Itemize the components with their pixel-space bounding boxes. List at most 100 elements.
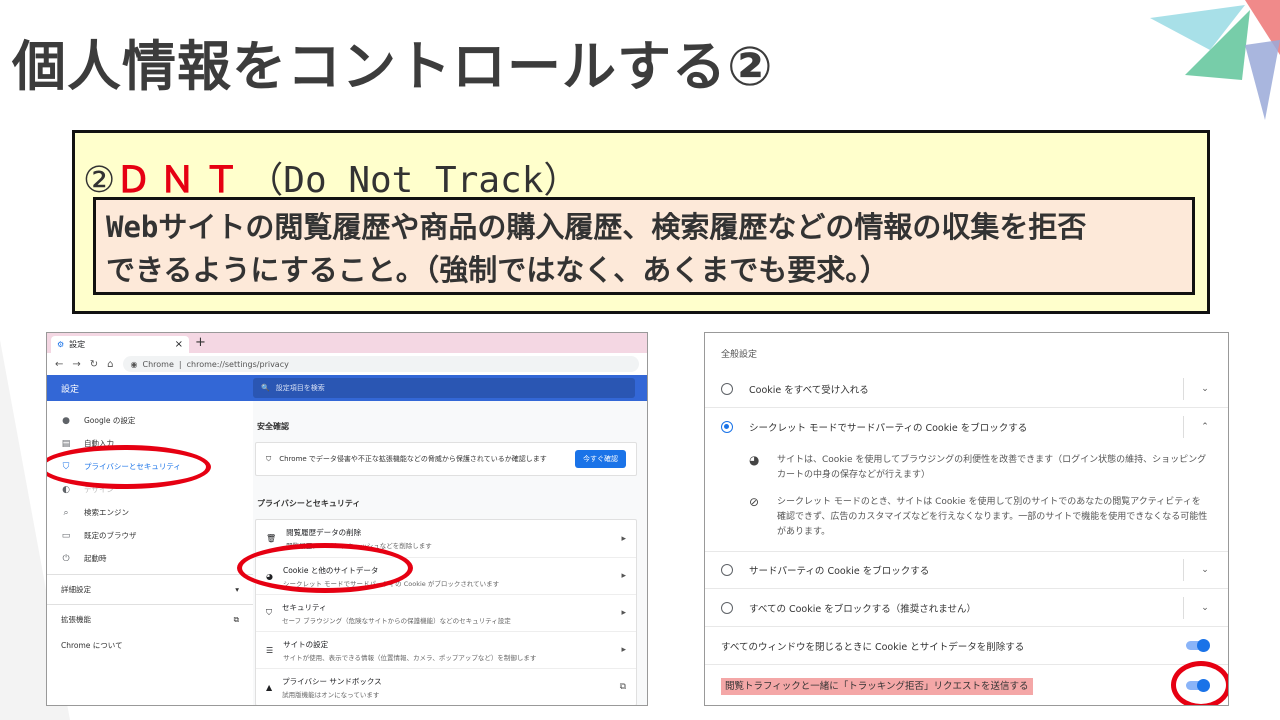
back-icon[interactable]: ←: [55, 359, 63, 370]
sidebar-item-google[interactable]: ● Google の設定: [47, 409, 253, 432]
sidebar-item-label: 検索エンジン: [84, 508, 129, 517]
divider: [1183, 377, 1184, 400]
browser-icon: ▭: [61, 530, 71, 541]
general-settings-label: 全般設定: [721, 350, 758, 360]
settings-row-site-settings[interactable]: ☰ サイトの設定サイトが使用、表示できる情報（位置情報、カメラ、ポップアップなど）…: [256, 631, 636, 668]
safety-check-row: ⛉ Chrome でデータ侵害や不正な拡張機能などの脅威から保護されているか確認…: [256, 443, 636, 475]
chevron-down-icon[interactable]: ⌄: [1198, 384, 1212, 394]
search-input[interactable]: 🔍 設定項目を検索: [253, 378, 635, 398]
divider: [1183, 559, 1184, 581]
sidebar-item-startup[interactable]: ⏻ 起動時: [47, 547, 253, 570]
check-now-button[interactable]: 今すぐ確認: [575, 450, 626, 468]
cookie-detail-2: ⊘ シークレット モードのとき、サイトは Cookie を使用して別のサイトでの…: [749, 495, 1209, 540]
sidebar-advanced[interactable]: 詳細設定 ▾: [47, 574, 253, 604]
definition-line: できるようにすること。（強制ではなく、あくまでも要求。）: [106, 253, 889, 287]
privacy-section-title: プライバシーとセキュリティ: [257, 499, 361, 508]
settings-row-security[interactable]: ⛉ セキュリティセーフ ブラウジング（危険なサイトからの保護機能）などのセキュリテ…: [256, 594, 636, 631]
highlight-ring-privacy: [47, 445, 211, 489]
sliders-icon: ☰: [266, 645, 274, 655]
safety-check-text: Chrome でデータ侵害や不正な拡張機能などの脅威から保護されているか確認しま…: [279, 455, 547, 463]
cookie-detail-1: ◕ サイトは、Cookie を使用してブラウジングの利便性を改善できます（ログイ…: [749, 453, 1209, 483]
cookie-option-allow-all[interactable]: Cookie をすべて受け入れる ⌄: [705, 370, 1228, 408]
cookie-icon: ◕: [749, 453, 760, 467]
chevron-down-icon[interactable]: ⌄: [1198, 565, 1212, 575]
cookie-settings-screenshot: 全般設定 Cookie をすべて受け入れる ⌄ シークレット モードでサードパー…: [704, 332, 1229, 706]
settings-row-sandbox[interactable]: ▲ プライバシー サンドボックス 試用版機能はオンになっています ⧉: [256, 668, 636, 705]
slide-title: 個人情報をコントロールする②: [12, 35, 774, 98]
shield-icon: ⛉: [266, 608, 272, 617]
radio-block-all[interactable]: [721, 601, 733, 614]
row-desc: セーフ ブラウジング（危険なサイトからの保護機能）などのセキュリティ設定: [282, 616, 511, 625]
radio-allow-all[interactable]: [721, 382, 733, 395]
close-icon[interactable]: ×: [175, 339, 183, 350]
row-title: プライバシー サンドボックス: [282, 676, 382, 686]
cookie-option-block-all[interactable]: すべての Cookie をブロックする（推奨されません） ⌄: [705, 589, 1228, 627]
tab-bar: ⚙ 設定 × +: [47, 333, 647, 353]
omnibox-url: chrome://settings/privacy: [186, 359, 289, 369]
palette-icon: ◐: [62, 484, 70, 495]
omnibox[interactable]: ◉ Chrome | chrome://settings/privacy: [122, 356, 639, 372]
clear-on-exit-row: すべてのウィンドウを閉じるときに Cookie とサイトデータを削除する: [705, 627, 1228, 665]
address-bar: ← → ↻ ⌂ ◉ Chrome | chrome://settings/pri…: [47, 353, 647, 375]
decoration-logo: [1150, 0, 1280, 120]
clear-on-exit-label: すべてのウィンドウを閉じるときに Cookie とサイトデータを削除する: [721, 641, 1025, 653]
definition-text: Webサイトの閲覧履歴や商品の購入履歴、検索履歴などの情報の収集を拒否 できるよ…: [93, 197, 1195, 295]
chevron-up-icon[interactable]: ⌃: [1198, 422, 1212, 432]
radio-block-incognito[interactable]: [721, 421, 733, 433]
option-label: サードパーティの Cookie をブロックする: [749, 566, 930, 577]
chevron-right-icon: ▸: [621, 608, 626, 618]
chrome-icon: ◉: [130, 359, 138, 369]
cookie-option-block-incognito[interactable]: シークレット モードでサードパーティの Cookie をブロックする ⌃: [705, 408, 1228, 446]
chrome-settings-screenshot: ⚙ 設定 × + ← → ↻ ⌂ ◉ Chrome | chrome://set…: [46, 332, 648, 706]
radio-block-third-party[interactable]: [721, 564, 733, 576]
divider: [1183, 596, 1184, 619]
definition-heading: ②ＤＮＴ（Do Not Track）: [83, 151, 579, 203]
caret-down-icon: ▾: [235, 585, 239, 594]
settings-header: 設定 🔍 設定項目を検索: [47, 375, 647, 401]
chevron-down-icon[interactable]: ⌄: [1198, 603, 1212, 613]
detail-text: シークレット モードのとき、サイトは Cookie を使用して別のサイトでのあな…: [777, 497, 1208, 537]
clear-on-exit-toggle[interactable]: [1186, 639, 1210, 652]
definition-box: ②ＤＮＴ（Do Not Track） Webサイトの閲覧履歴や商品の購入履歴、検…: [72, 130, 1210, 314]
sidebar-extensions[interactable]: 拡張機能 ⧉: [47, 604, 253, 634]
external-link-icon: ⧉: [619, 682, 626, 692]
row-title: サイトの設定: [283, 639, 329, 649]
heading-number: ②: [83, 160, 116, 201]
option-label: すべての Cookie をブロックする（推奨されません）: [749, 603, 976, 615]
clipboard-icon: ▤: [61, 438, 71, 449]
sidebar-advanced-label: 詳細設定: [61, 585, 91, 594]
new-tab-button[interactable]: +: [195, 335, 206, 350]
tab-settings[interactable]: ⚙ 設定 ×: [51, 336, 189, 353]
option-label: Cookie をすべて受け入れる: [749, 384, 869, 396]
forward-icon[interactable]: →: [72, 359, 80, 370]
row-title: 閲覧履歴データの削除: [286, 528, 362, 537]
divider: [1183, 416, 1184, 438]
search-icon: 🔍: [261, 384, 270, 392]
omnibox-site: Chrome: [142, 359, 174, 369]
sidebar-extensions-label: 拡張機能: [61, 615, 91, 624]
row-title: セキュリティ: [282, 602, 327, 612]
option-label: シークレット モードでサードパーティの Cookie をブロックする: [749, 423, 1028, 434]
safety-check-title: 安全確認: [257, 422, 289, 431]
do-not-track-row: 閲覧トラフィックと一緒に「トラッキング拒否」リクエストを送信する: [705, 667, 1228, 703]
safety-check-card: ⛉ Chrome でデータ侵害や不正な拡張機能などの脅威から保護されているか確認…: [255, 442, 637, 476]
sidebar-item-default-browser[interactable]: ▭ 既定のブラウザ: [47, 524, 253, 547]
person-icon: ●: [62, 415, 70, 426]
detail-text: サイトは、Cookie を使用してブラウジングの利便性を改善できます（ログイン状…: [777, 455, 1207, 480]
gear-icon: ⚙: [57, 340, 65, 349]
settings-title: 設定: [61, 384, 80, 395]
reload-icon[interactable]: ↻: [90, 359, 98, 370]
sidebar-about[interactable]: Chrome について: [47, 634, 253, 657]
row-desc: サイトが使用、表示できる情報（位置情報、カメラ、ポップアップなど）を制御します: [283, 653, 537, 662]
chevron-right-icon: ▸: [621, 533, 626, 544]
external-link-icon: ⧉: [233, 614, 239, 624]
definition-line: Webサイトの閲覧履歴や商品の購入履歴、検索履歴などの情報の収集を拒否: [106, 210, 1087, 244]
sidebar-item-search-engine[interactable]: ⌕ 検索エンジン: [47, 501, 253, 524]
sidebar: ● Google の設定 ▤ 自動入力 ⛉ プライバシーとセキュリティ ◐ デザイン ⌕…: [47, 401, 253, 657]
cookie-option-block-third-party[interactable]: サードパーティの Cookie をブロックする ⌄: [705, 551, 1228, 589]
highlight-ring-dnt: [1171, 661, 1228, 705]
chevron-right-icon: ▸: [621, 571, 626, 581]
home-icon[interactable]: ⌂: [107, 359, 113, 370]
heading-abbr: ＤＮＴ: [115, 160, 248, 201]
heading-full: （Do Not Track）: [247, 160, 580, 201]
